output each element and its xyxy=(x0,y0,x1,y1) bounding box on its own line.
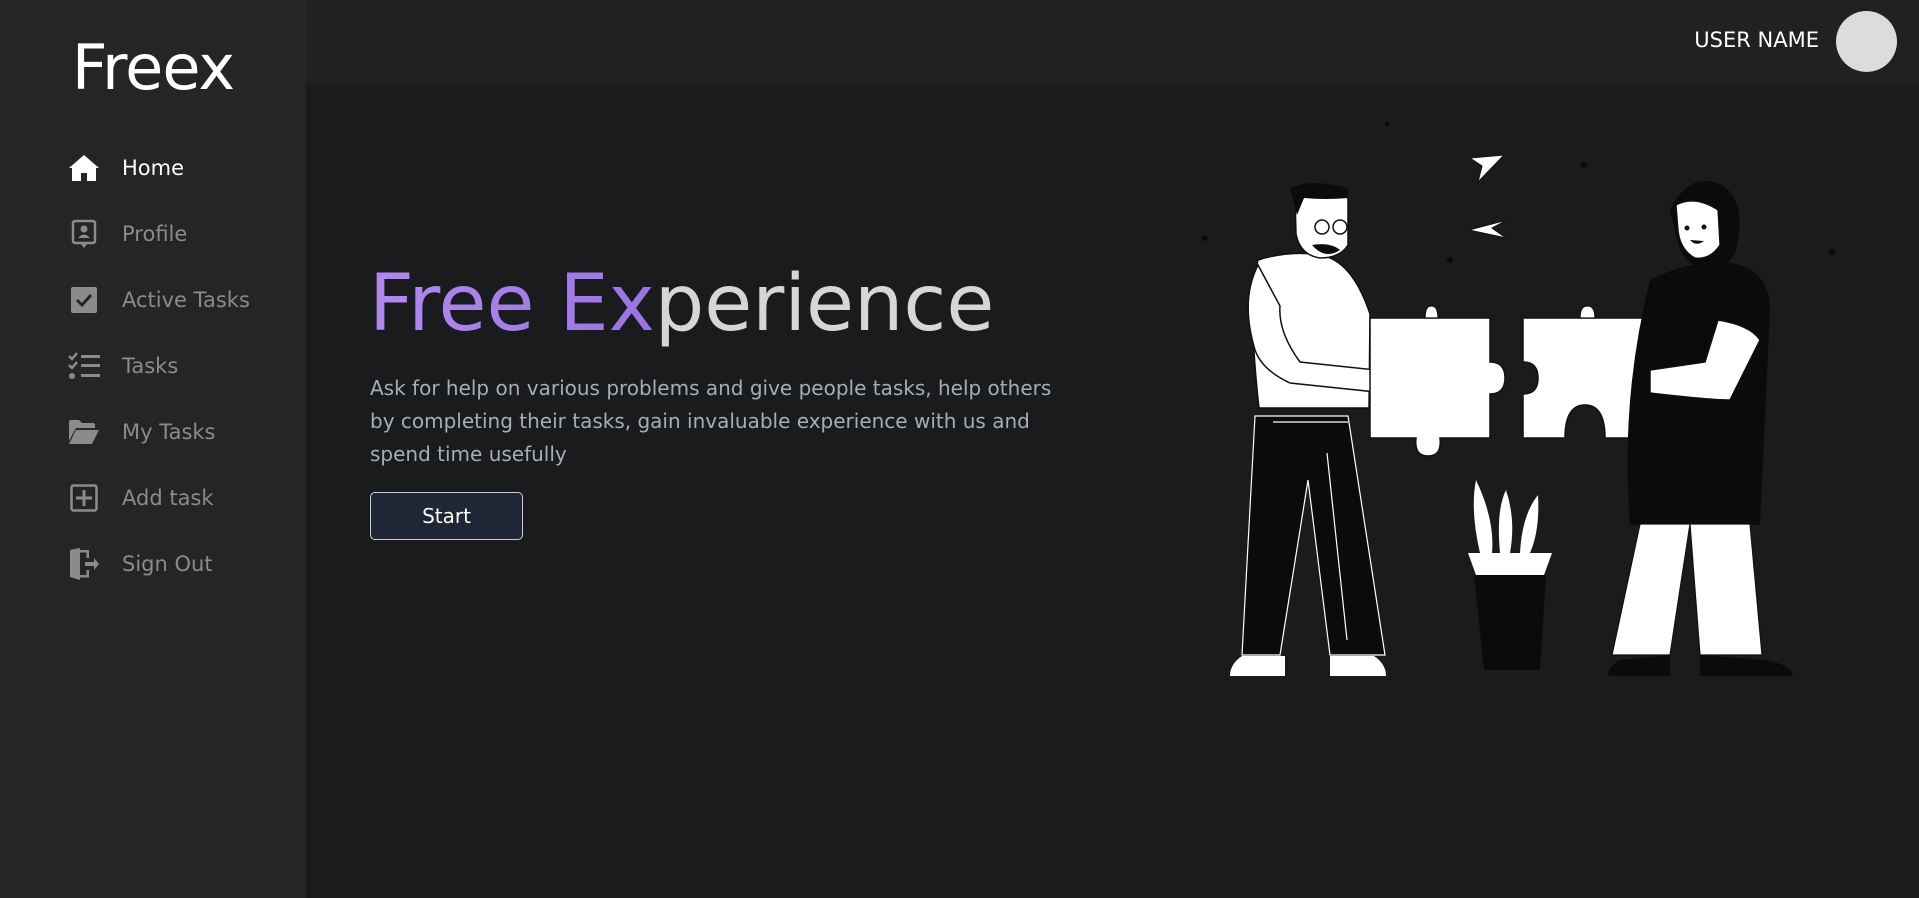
sidebar-item-label: My Tasks xyxy=(122,420,216,444)
sidebar-item-label: Tasks xyxy=(122,354,179,378)
hero-description: Ask for help on various problems and giv… xyxy=(370,376,1052,466)
avatar[interactable] xyxy=(1836,11,1897,72)
checkbox-icon xyxy=(68,284,100,316)
home-icon xyxy=(68,152,100,184)
sidebar-item-home[interactable]: Home xyxy=(0,135,306,201)
sidebar: Freex Home Profile Active Tasks Tasks My… xyxy=(0,0,306,898)
sidebar-item-add-task[interactable]: Add task xyxy=(0,465,306,531)
start-button[interactable]: Start xyxy=(370,492,523,540)
sidebar-item-my-tasks[interactable]: My Tasks xyxy=(0,399,306,465)
sidebar-item-label: Active Tasks xyxy=(122,288,250,312)
sidebar-nav: Home Profile Active Tasks Tasks My Tasks xyxy=(0,135,306,597)
app-logo[interactable]: Freex xyxy=(0,28,306,108)
top-bar: USER NAME xyxy=(306,0,1919,84)
sidebar-item-tasks[interactable]: Tasks xyxy=(0,333,306,399)
hero-title-rest: perience xyxy=(654,259,995,349)
hero-title: Free Experience xyxy=(369,256,994,352)
plus-square-icon xyxy=(68,482,100,514)
sidebar-item-label: Sign Out xyxy=(122,552,213,576)
profile-icon xyxy=(68,218,100,250)
sidebar-item-label: Add task xyxy=(122,486,214,510)
task-list-icon xyxy=(68,350,100,382)
sidebar-item-profile[interactable]: Profile xyxy=(0,201,306,267)
puzzle-teamwork-illustration xyxy=(1202,121,1835,676)
folder-open-icon xyxy=(68,416,100,448)
user-name[interactable]: USER NAME xyxy=(1694,28,1819,52)
sidebar-item-sign-out[interactable]: Sign Out xyxy=(0,531,306,597)
sidebar-item-label: Profile xyxy=(122,222,188,246)
sidebar-item-label: Home xyxy=(122,156,185,180)
sidebar-item-active-tasks[interactable]: Active Tasks xyxy=(0,267,306,333)
sign-out-icon xyxy=(68,548,100,580)
hero-title-accent: Free Ex xyxy=(369,259,655,349)
